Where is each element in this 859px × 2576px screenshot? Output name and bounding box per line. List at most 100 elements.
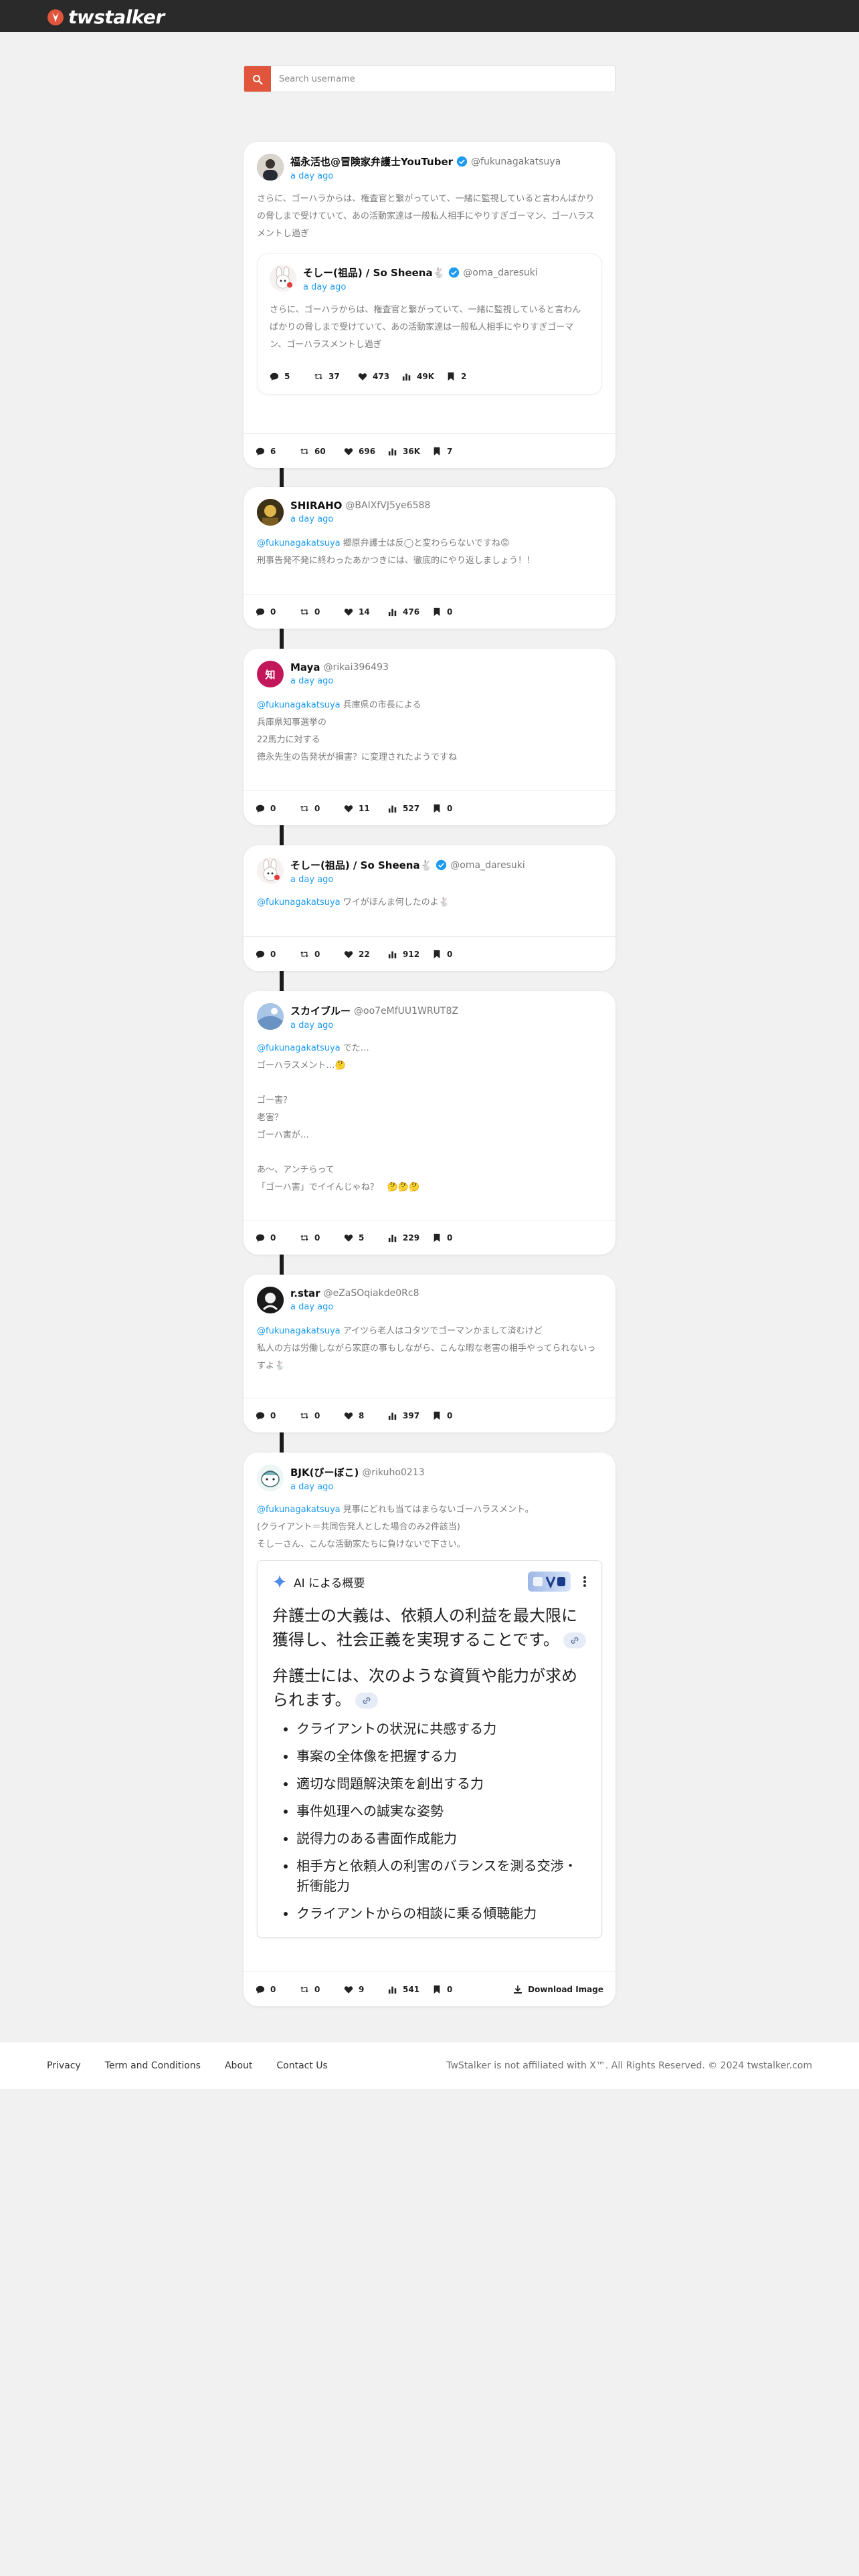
author-handle[interactable]: @fukunagakatsuya [471, 156, 561, 167]
view-count[interactable]: 527 [388, 804, 432, 813]
retweet-count[interactable]: 0 [300, 950, 344, 959]
view-count[interactable]: 541 [388, 1985, 432, 1994]
timestamp[interactable]: a day ago [290, 171, 561, 181]
reply-count[interactable]: 0 [256, 804, 300, 813]
author-handle[interactable]: @eZaSOqiakde0Rc8 [324, 1288, 419, 1299]
reply-count[interactable]: 6 [256, 447, 300, 456]
author-name[interactable]: 福永活也@冒険家弁護士YouTuber [290, 154, 453, 169]
mention-link[interactable]: @fukunagakatsuya [257, 897, 341, 907]
retweet-icon [300, 609, 309, 615]
download-image-button[interactable]: Download Image [513, 1985, 603, 1994]
view-count[interactable]: 397 [388, 1411, 432, 1420]
bookmark-count[interactable]: 0 [432, 1985, 476, 1994]
retweet-icon [300, 1986, 309, 1992]
reply-count[interactable]: 0 [256, 950, 300, 959]
author-handle[interactable]: @BAIXfVJ5ye6588 [345, 500, 430, 511]
reply-card: そしー(祖品) / So Sheena🐇 @oma_daresuki a day… [244, 845, 615, 971]
retweet-count[interactable]: 0 [300, 1985, 344, 1994]
tweet-stats: 0 0 11 527 0 [244, 790, 615, 825]
avatar[interactable] [257, 1287, 284, 1313]
avatar[interactable] [270, 265, 296, 292]
avatar[interactable] [257, 857, 284, 884]
like-count[interactable]: 11 [344, 804, 388, 813]
search-button[interactable] [244, 66, 271, 92]
author-name[interactable]: r.star [290, 1287, 320, 1299]
bookmark-count[interactable]: 7 [432, 447, 476, 456]
mention-link[interactable]: @fukunagakatsuya [257, 1043, 341, 1053]
timestamp[interactable]: a day ago [303, 282, 538, 292]
view-count[interactable]: 912 [388, 950, 432, 959]
avatar[interactable] [257, 1003, 284, 1030]
like-count[interactable]: 14 [344, 607, 388, 617]
author-handle[interactable]: @oo7eMfUU1WRUT8Z [354, 1006, 458, 1016]
author-name[interactable]: BJK(びーぼこ) [290, 1465, 359, 1479]
like-count[interactable]: 473 [358, 372, 402, 381]
reply-count[interactable]: 0 [256, 1985, 300, 1994]
quoted-author-handle[interactable]: @oma_daresuki [463, 267, 537, 278]
bar-chart-icon [388, 1412, 397, 1420]
author-handle[interactable]: @rikuho0213 [362, 1467, 424, 1478]
reply-count[interactable]: 0 [256, 1411, 300, 1420]
retweet-icon [300, 1235, 309, 1241]
mention-link[interactable]: @fukunagakatsuya [257, 700, 341, 710]
timestamp[interactable]: a day ago [290, 676, 389, 686]
timestamp[interactable]: a day ago [290, 1021, 458, 1031]
footer-link-privacy[interactable]: Privacy [47, 2060, 81, 2071]
avatar[interactable] [257, 499, 284, 526]
more-vertical-icon [583, 1576, 586, 1587]
bookmark-count[interactable]: 0 [432, 607, 476, 617]
author-name[interactable]: スカイブルー [290, 1004, 351, 1018]
footer-link-contact[interactable]: Contact Us [276, 2060, 327, 2071]
timestamp[interactable]: a day ago [290, 875, 525, 885]
avatar[interactable]: 知 [257, 661, 284, 687]
bookmark-count[interactable]: 0 [432, 1233, 476, 1243]
author-handle[interactable]: @oma_daresuki [450, 860, 524, 871]
heart-icon [344, 1412, 353, 1420]
tweet-text: @fukunagakatsuya でた… ゴーハラスメント…🤔 ゴー害？ 老害？… [257, 1043, 420, 1192]
footer-link-terms[interactable]: Term and Conditions [105, 2060, 201, 2071]
like-count[interactable]: 696 [344, 447, 388, 456]
retweet-count[interactable]: 60 [300, 447, 344, 456]
author-name[interactable]: Maya [290, 661, 320, 673]
sparkle-icon [273, 1575, 286, 1588]
bookmark-count[interactable]: 0 [432, 950, 476, 959]
footer-link-about[interactable]: About [225, 2060, 252, 2071]
retweet-count[interactable]: 0 [300, 607, 344, 617]
tweet-text: さらに、ゴーハラからは、権査官と繋がっていて、一緒に監視していると言わんばかりの… [257, 194, 595, 239]
mention-link[interactable]: @fukunagakatsuya [257, 538, 341, 548]
bookmark-count[interactable]: 0 [432, 1411, 476, 1420]
timestamp[interactable]: a day ago [290, 1302, 419, 1312]
search-input[interactable] [271, 66, 615, 92]
bookmark-count[interactable]: 0 [432, 804, 476, 813]
avatar[interactable] [257, 1465, 284, 1491]
bookmark-count[interactable]: 2 [446, 372, 490, 381]
author-name[interactable]: SHIRAHO [290, 500, 342, 512]
retweet-count[interactable]: 0 [300, 804, 344, 813]
view-count[interactable]: 476 [388, 607, 432, 617]
author-name[interactable]: そしー(祖品) / So Sheena🐇 [290, 858, 432, 872]
retweet-count[interactable]: 0 [300, 1411, 344, 1420]
retweet-count[interactable]: 0 [300, 1233, 344, 1243]
mention-link[interactable]: @fukunagakatsuya [257, 1326, 341, 1336]
view-count[interactable]: 229 [388, 1233, 432, 1243]
like-count[interactable]: 5 [344, 1233, 388, 1243]
timestamp[interactable]: a day ago [290, 514, 430, 524]
view-count[interactable]: 36K [388, 447, 432, 456]
reply-count[interactable]: 0 [256, 607, 300, 617]
bar-chart-icon [388, 1986, 397, 1994]
reply-count[interactable]: 5 [270, 372, 314, 381]
retweet-count[interactable]: 37 [314, 372, 358, 381]
like-count[interactable]: 22 [344, 950, 388, 959]
quoted-tweet[interactable]: そしー(祖品) / So Sheena🐇 @oma_daresuki a day… [257, 253, 602, 395]
like-count[interactable]: 9 [344, 1985, 388, 1994]
view-count[interactable]: 49K [402, 372, 446, 381]
timestamp[interactable]: a day ago [290, 1482, 425, 1492]
reply-count[interactable]: 0 [256, 1233, 300, 1243]
author-handle[interactable]: @rikai396493 [324, 662, 389, 673]
quoted-author-name[interactable]: そしー(祖品) / So Sheena🐇 [303, 265, 445, 280]
like-count[interactable]: 8 [344, 1411, 388, 1420]
avatar[interactable] [257, 154, 284, 181]
mention-link[interactable]: @fukunagakatsuya [257, 1505, 341, 1515]
logo[interactable]: twstalker [47, 6, 165, 28]
attached-image-ai-overview[interactable]: AI による概要 弁護士の大義は、依頼人の利益を最大限に獲得し、社会正義を実現す… [257, 1560, 602, 1938]
